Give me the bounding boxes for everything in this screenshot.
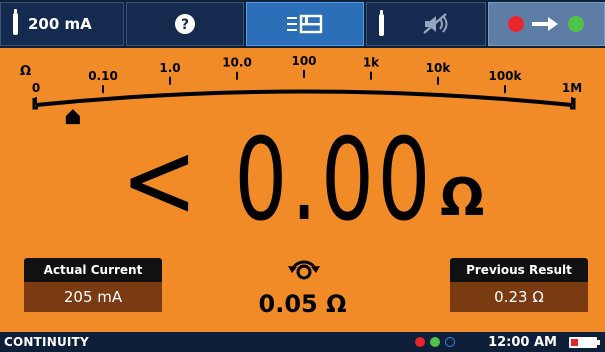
- svg-text:?: ?: [181, 17, 189, 33]
- previous-result-title: Previous Result: [450, 258, 588, 282]
- green-indicator-dot: [430, 337, 440, 347]
- meter-screen: 200 mA ? Ω 0 0.10 1.0 10.0 100 1k 10k 10…: [0, 0, 605, 352]
- probe-icon: [379, 10, 384, 36]
- reading-value: 0.00: [234, 114, 434, 247]
- sound-muted-icon: [423, 13, 448, 34]
- test-current-button[interactable]: 200 mA: [0, 2, 124, 46]
- save-log-icon: [287, 14, 323, 34]
- probe-icon: [13, 9, 18, 35]
- lead-null-icon[interactable]: [284, 248, 324, 284]
- scale-tick-label: 0: [32, 81, 40, 95]
- clock: 12:00 AM: [488, 335, 557, 350]
- test-current-label: 200 mA: [28, 15, 92, 33]
- reading-unit: Ω: [440, 168, 485, 228]
- status-flow-icon: [507, 16, 584, 32]
- red-indicator-dot: [415, 337, 425, 347]
- scale-tick-label: 100: [291, 54, 316, 68]
- scale-unit: Ω: [20, 64, 31, 79]
- scale-tick-label: 1k: [363, 56, 380, 70]
- previous-result-value: 0.23 Ω: [450, 282, 588, 312]
- reading-prefix: <: [120, 118, 198, 242]
- sound-toggle-button[interactable]: [366, 2, 486, 46]
- toolbar: 200 mA ?: [0, 0, 605, 48]
- indicator-dots: [415, 337, 455, 347]
- previous-result-card: Previous Result 0.23 Ω: [450, 258, 588, 312]
- scale-tick-label: 1M: [562, 81, 582, 95]
- mode-label: CONTINUITY: [4, 335, 89, 349]
- save-log-button[interactable]: [246, 2, 364, 46]
- help-button[interactable]: ?: [126, 2, 244, 46]
- status-bar: CONTINUITY 12:00 AM: [0, 332, 605, 352]
- actual-current-title: Actual Current: [24, 258, 162, 282]
- scale-tick-label: 10k: [426, 61, 452, 75]
- scale-tick-label: 100k: [488, 69, 522, 83]
- blue-indicator-dot: [445, 337, 455, 347]
- scale-tick-label: 10.0: [222, 56, 252, 70]
- red-status-dot: [507, 16, 524, 32]
- scale-pointer: [65, 109, 80, 125]
- help-circle-icon: ?: [175, 14, 195, 34]
- main-reading: < 0.00 Ω: [0, 114, 605, 247]
- scale-tick-label: 1.0: [159, 61, 180, 75]
- green-status-dot: [567, 16, 584, 32]
- scale-arc: [35, 89, 573, 107]
- status-indicator[interactable]: [488, 2, 605, 46]
- battery-icon: [569, 337, 600, 348]
- scale-tick-label: 0.10: [88, 69, 118, 83]
